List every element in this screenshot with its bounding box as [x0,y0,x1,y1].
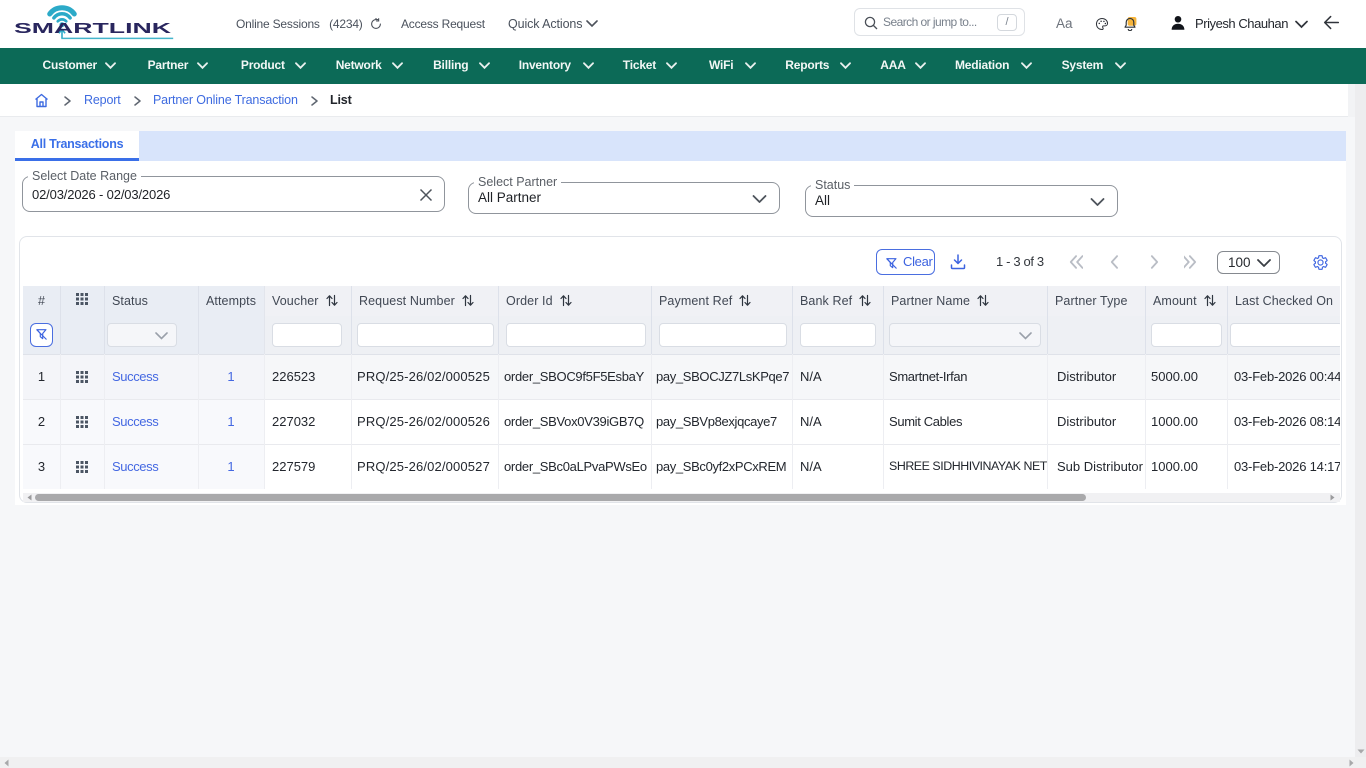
svg-text:SMARTLINK: SMARTLINK [14,21,172,37]
